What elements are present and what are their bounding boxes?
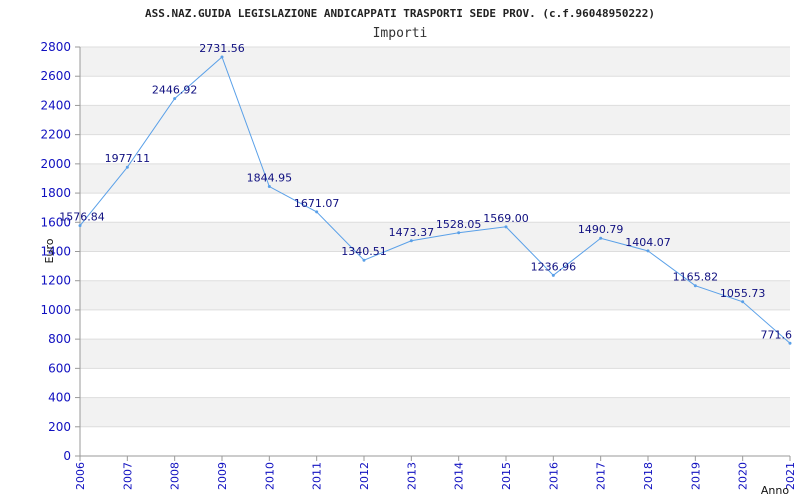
x-tick-label: 2016: [547, 462, 560, 490]
data-label: 1576.84: [59, 211, 105, 224]
x-axis-title: Anno: [761, 484, 789, 497]
data-label: 771.6: [761, 328, 793, 341]
data-point: [504, 225, 508, 229]
data-label: 1569.00: [483, 212, 529, 225]
grid-band: [80, 280, 790, 310]
y-tick-label: 2400: [40, 98, 71, 112]
x-tick-label: 2009: [216, 462, 229, 490]
data-label: 1404.07: [625, 236, 671, 249]
data-label: 2446.92: [152, 84, 198, 97]
y-axis-title: Euro: [43, 238, 56, 263]
grid-band: [80, 47, 790, 77]
x-tick-label: 2008: [169, 462, 182, 490]
y-tick-label: 2600: [40, 69, 71, 83]
data-label: 1165.82: [673, 271, 719, 284]
data-point: [267, 185, 271, 189]
x-tick-label: 2010: [263, 462, 276, 490]
grid-band: [80, 105, 790, 135]
data-label: 1528.05: [436, 218, 482, 231]
y-tick-label: 200: [48, 420, 71, 434]
data-label: 1236.96: [531, 260, 577, 273]
data-label: 1844.95: [247, 172, 293, 185]
grid-band: [80, 163, 790, 194]
x-axis-ticks: 2006 2007 2008 2009 2010 2011 2012 2013 2014 2015…: [74, 456, 797, 490]
grid-band: [80, 426, 790, 456]
data-label: 1490.79: [578, 223, 624, 236]
data-point: [362, 258, 366, 262]
data-label: 2731.56: [199, 42, 245, 55]
data-point: [78, 224, 82, 228]
grid-band: [80, 368, 790, 398]
data-point: [220, 55, 224, 59]
data-label: 1977.11: [105, 152, 151, 165]
x-tick-label: 2014: [453, 462, 466, 490]
data-point: [788, 341, 792, 345]
chart-title: ASS.NAZ.GUIDA LEGISLAZIONE ANDICAPPATI T…: [145, 7, 655, 20]
x-tick-label: 2011: [311, 462, 324, 490]
y-tick-label: 2000: [40, 157, 71, 171]
data-point: [315, 210, 319, 214]
data-label: 1340.51: [341, 245, 387, 258]
x-tick-label: 2006: [74, 462, 87, 490]
data-point: [599, 236, 603, 240]
y-tick-label: 800: [48, 332, 71, 346]
grid-band: [80, 397, 790, 427]
y-tick-label: 1800: [40, 186, 71, 200]
x-tick-label: 2015: [500, 462, 513, 490]
y-tick-label: 400: [48, 391, 71, 405]
line-chart: ASS.NAZ.GUIDA LEGISLAZIONE ANDICAPPATI T…: [40, 7, 797, 497]
data-label: 1055.73: [720, 287, 766, 300]
data-point: [693, 284, 697, 288]
data-point: [409, 239, 413, 243]
x-tick-label: 2020: [737, 462, 750, 490]
grid-band: [80, 134, 790, 164]
y-tick-label: 2800: [40, 40, 71, 54]
grid-band: [80, 339, 790, 369]
data-point: [551, 273, 555, 277]
x-tick-label: 2013: [405, 462, 418, 490]
data-point: [125, 165, 129, 169]
y-tick-label: 2200: [40, 128, 71, 142]
data-label: 1473.37: [389, 226, 435, 239]
y-tick-label: 600: [48, 361, 71, 375]
x-tick-label: 2017: [595, 462, 608, 490]
data-point: [173, 97, 177, 101]
y-tick-label: 0: [63, 449, 71, 463]
data-label: 1671.07: [294, 197, 340, 210]
y-tick-label: 1000: [40, 303, 71, 317]
data-point: [741, 300, 745, 304]
x-tick-label: 2007: [121, 462, 134, 490]
x-tick-label: 2018: [642, 462, 655, 490]
y-tick-label: 1200: [40, 274, 71, 288]
chart-subtitle: Importi: [373, 26, 428, 41]
grid-band: [80, 309, 790, 340]
x-tick-label: 2019: [689, 462, 702, 490]
x-tick-label: 2012: [358, 462, 371, 490]
data-point: [646, 249, 650, 253]
data-point: [457, 231, 461, 235]
